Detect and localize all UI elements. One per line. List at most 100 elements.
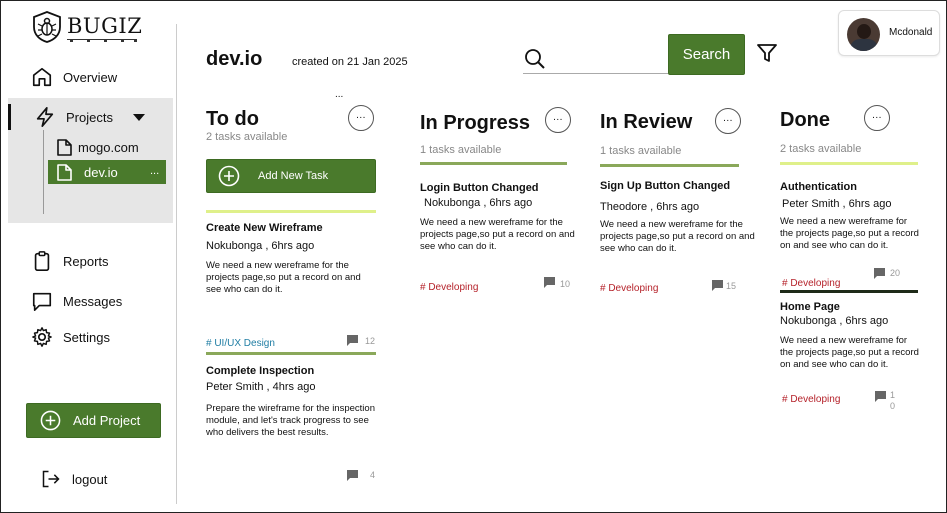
clipboard-icon bbox=[34, 251, 50, 271]
comment-icon bbox=[544, 277, 555, 288]
comment-icon bbox=[712, 280, 723, 291]
tree-line bbox=[43, 130, 44, 214]
search-button[interactable]: Search bbox=[668, 34, 745, 75]
sidebar-item-overview[interactable]: Overview bbox=[31, 66, 117, 88]
filter-icon[interactable] bbox=[757, 44, 777, 63]
task-meta: Peter Smith , 4hrs ago bbox=[206, 381, 316, 393]
column-title-todo: To do bbox=[206, 108, 259, 130]
task-title: Create New Wireframe bbox=[206, 222, 323, 234]
task-title: Complete Inspection bbox=[206, 365, 315, 377]
sidebar-item-label: Projects bbox=[66, 109, 113, 125]
project-more-button[interactable]: ... bbox=[150, 165, 159, 177]
card-divider bbox=[780, 290, 918, 293]
sidebar-item-label: Settings bbox=[63, 329, 110, 345]
task-card[interactable]: Login Button Changed Nokubonga , 6hrs ag… bbox=[420, 182, 580, 253]
search-icon[interactable] bbox=[524, 48, 546, 70]
sidebar-divider bbox=[176, 24, 177, 504]
column-subtitle-done: 2 tasks available bbox=[780, 143, 862, 155]
task-description: We need a new wereframe for the projects… bbox=[206, 260, 361, 295]
task-meta: Nokubonga , 6hrs ago bbox=[780, 315, 889, 327]
column-divider bbox=[206, 210, 376, 213]
gear-icon bbox=[32, 327, 52, 347]
column-menu-button-todo[interactable]: ... bbox=[348, 105, 374, 131]
logout-icon bbox=[42, 470, 60, 488]
column-subtitle-todo: 2 tasks available bbox=[206, 131, 288, 143]
brand-logo[interactable]: BUGIZ bbox=[32, 11, 142, 45]
task-description: We need a new wereframe for the projects… bbox=[420, 217, 575, 252]
task-card[interactable]: Authentication Peter Smith , 6hrs ago We… bbox=[780, 181, 920, 252]
column-subtitle-in-progress: 1 tasks available bbox=[420, 144, 502, 156]
chat-icon bbox=[32, 292, 52, 311]
sidebar-item-label: Reports bbox=[63, 253, 109, 269]
task-meta: Nokubonga , 6hrs ago bbox=[206, 240, 315, 252]
task-meta: Peter Smith , 6hrs ago bbox=[782, 198, 892, 210]
logout-label: logout bbox=[72, 471, 108, 487]
comment-count: 4 bbox=[370, 470, 376, 480]
project-item-devio[interactable]: dev.io bbox=[57, 164, 118, 181]
user-profile[interactable]: Mcdonald bbox=[838, 10, 940, 56]
task-tag[interactable]: # Developing bbox=[600, 283, 658, 294]
page-title: dev.io bbox=[206, 48, 263, 70]
task-card[interactable]: Sign Up Button Changed Theodore , 6hrs a… bbox=[600, 180, 760, 255]
sidebar-item-projects[interactable]: Projects bbox=[34, 106, 113, 128]
task-title: Home Page bbox=[780, 301, 840, 313]
column-divider bbox=[780, 162, 918, 165]
task-tag[interactable]: # Developing bbox=[782, 278, 840, 289]
add-project-button[interactable]: Add Project bbox=[26, 403, 161, 438]
column-menu-button-in-review[interactable]: ... bbox=[715, 108, 741, 134]
comment-icon bbox=[874, 268, 885, 279]
project-item-label: dev.io bbox=[84, 165, 118, 180]
task-tag[interactable]: # UI/UX Design bbox=[206, 338, 275, 349]
column-menu-button-in-progress[interactable]: ... bbox=[545, 107, 571, 133]
created-date: created on 21 Jan 2025 bbox=[292, 56, 408, 68]
add-project-label: Add Project bbox=[73, 413, 141, 428]
task-tag[interactable]: # Developing bbox=[420, 282, 478, 293]
project-item-mogo[interactable]: mogo.com bbox=[57, 139, 139, 156]
comment-icon bbox=[875, 391, 886, 402]
column-title-in-review: In Review bbox=[600, 111, 693, 133]
comment-count: 20 bbox=[890, 268, 901, 278]
task-card[interactable]: Create New Wireframe Nokubonga , 6hrs ag… bbox=[206, 222, 378, 296]
sidebar-item-label: Messages bbox=[63, 293, 123, 309]
task-meta: Nokubonga , 6hrs ago bbox=[424, 197, 533, 209]
home-icon bbox=[32, 67, 52, 87]
sidebar-item-label: Overview bbox=[63, 69, 118, 85]
task-description: Prepare the wireframe for the inspection… bbox=[206, 403, 375, 438]
column-subtitle-in-review: 1 tasks available bbox=[600, 145, 682, 157]
brand-underline bbox=[67, 39, 137, 42]
column-divider bbox=[420, 162, 567, 165]
project-item-label: mogo.com bbox=[78, 140, 139, 155]
avatar bbox=[847, 18, 880, 51]
search-input[interactable] bbox=[523, 73, 668, 74]
add-new-task-label: Add New Task bbox=[258, 170, 329, 182]
bug-shield-icon bbox=[33, 11, 61, 43]
plus-circle-icon bbox=[40, 410, 61, 431]
lightning-icon bbox=[36, 107, 54, 127]
add-new-task-button[interactable]: Add New Task bbox=[206, 159, 376, 193]
task-card[interactable]: Complete Inspection Peter Smith , 4hrs a… bbox=[206, 365, 378, 439]
task-meta: Theodore , 6hrs ago bbox=[600, 201, 700, 213]
task-title: Login Button Changed bbox=[420, 182, 539, 194]
file-icon bbox=[57, 139, 72, 156]
brand-name: BUGIZ bbox=[67, 14, 143, 38]
file-icon bbox=[57, 164, 72, 181]
task-card[interactable]: Home Page Nokubonga , 6hrs ago We need a… bbox=[780, 301, 920, 371]
comment-count: 1 0 bbox=[890, 390, 896, 411]
sidebar-item-settings[interactable]: Settings bbox=[31, 326, 110, 348]
column-menu-button-done[interactable]: ... bbox=[864, 105, 890, 131]
task-description: We need a new wereframe for the projects… bbox=[600, 219, 755, 254]
active-section-marker bbox=[8, 104, 11, 130]
sidebar-item-reports[interactable]: Reports bbox=[31, 250, 109, 272]
logout-button[interactable]: logout bbox=[41, 469, 107, 489]
comment-count: 10 bbox=[560, 279, 571, 289]
caret-down-icon[interactable] bbox=[133, 114, 145, 122]
comment-count: 12 bbox=[365, 336, 376, 346]
task-title: Sign Up Button Changed bbox=[600, 180, 731, 192]
column-title-in-progress: In Progress bbox=[420, 112, 531, 134]
sidebar-item-messages[interactable]: Messages bbox=[31, 290, 122, 312]
column-divider bbox=[600, 164, 739, 167]
column-title-done: Done bbox=[780, 109, 830, 131]
task-tag[interactable]: # Developing bbox=[782, 394, 840, 405]
comment-icon bbox=[347, 335, 358, 346]
board-more-button[interactable]: ... bbox=[335, 89, 343, 100]
